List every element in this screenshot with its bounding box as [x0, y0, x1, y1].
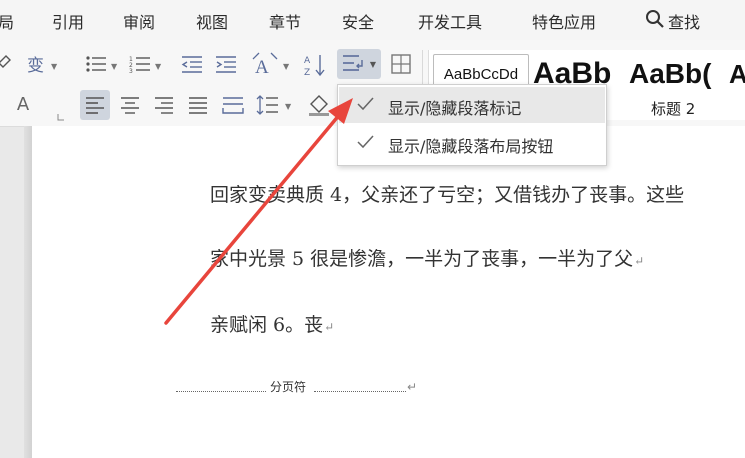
check-icon: [355, 95, 377, 115]
document-page[interactable]: [32, 126, 745, 458]
style-heading-2-caption: 标题 2: [651, 100, 696, 118]
align-left-button[interactable]: [80, 90, 110, 120]
font-color-label: A: [16, 93, 30, 115]
menu-item-developer-tools[interactable]: 开发工具: [418, 9, 482, 33]
distributed-align-icon[interactable]: [220, 92, 246, 118]
document-line-text: 回家变卖典质 4，父亲还了亏空；又借钱办了丧事。这些: [210, 184, 685, 206]
menu-item-layout[interactable]: 局: [0, 9, 14, 33]
font-color-icon[interactable]: A: [12, 92, 34, 116]
style-heading-3[interactable]: A: [729, 54, 745, 94]
show-hide-paragraph-button[interactable]: ▼: [337, 49, 381, 79]
paragraph-settings-launcher-icon[interactable]: [56, 112, 66, 122]
menu-item-section[interactable]: 章节: [269, 9, 301, 33]
document-line[interactable]: 回家变卖典质 4，父亲还了亏空；又借钱办了丧事。这些: [210, 180, 684, 207]
menu-item-show-hide-paragraph-marks[interactable]: 显示/隐藏段落标记: [339, 87, 605, 123]
check-icon: [355, 133, 377, 153]
line-spacing-chevron-icon[interactable]: ▼: [285, 102, 291, 111]
text-direction-chevron-icon[interactable]: ▼: [283, 62, 289, 71]
menu-item-references[interactable]: 引用: [52, 9, 84, 33]
bullet-list-icon[interactable]: [84, 53, 108, 75]
menu-item-label: 显示/隐藏段落布局按钮: [388, 137, 554, 156]
page-break-right-dots: [314, 391, 406, 392]
page-break-marker: 分页符 ↵: [176, 374, 417, 395]
page-shadow: [24, 126, 32, 458]
menu-item-view[interactable]: 视图: [196, 9, 228, 33]
menu-item-show-hide-layout-buttons[interactable]: 显示/隐藏段落布局按钮: [339, 125, 605, 161]
svg-text:Z: Z: [304, 68, 310, 77]
paragraph-mark-icon: ↵: [634, 254, 645, 268]
decrease-indent-icon[interactable]: [180, 53, 204, 75]
bullet-list-chevron-icon[interactable]: ▼: [111, 62, 117, 71]
shading-fill-icon[interactable]: [306, 90, 332, 118]
search-button-label[interactable]: 查找: [668, 9, 700, 33]
svg-text:A: A: [255, 57, 269, 76]
phonetic-guide-icon[interactable]: 变: [24, 52, 48, 76]
numbered-list-icon[interactable]: 123: [128, 53, 152, 75]
document-line-text: 家中光景 5 很是惨澹，一半为了丧事，一半为了父: [210, 248, 634, 270]
document-line-text: 亲赋闲 6。丧: [210, 314, 324, 336]
justify-icon[interactable]: [186, 92, 210, 118]
page-break-label: 分页符: [268, 378, 309, 395]
phonetic-dropdown-chevron-icon[interactable]: ▼: [51, 62, 57, 71]
svg-text:变: 变: [27, 56, 44, 75]
document-line[interactable]: 家中光景 5 很是惨澹，一半为了丧事，一半为了父↵: [210, 244, 644, 271]
line-spacing-icon[interactable]: [254, 92, 280, 118]
svg-text:3: 3: [129, 68, 133, 73]
text-direction-icon[interactable]: A: [250, 51, 280, 77]
increase-indent-icon[interactable]: [214, 53, 238, 75]
search-icon[interactable]: [645, 9, 665, 29]
document-line[interactable]: 亲赋闲 6。丧↵: [210, 310, 334, 337]
menu-item-special-apps[interactable]: 特色应用: [532, 9, 596, 33]
menu-item-security[interactable]: 安全: [342, 9, 374, 33]
clear-format-icon[interactable]: [0, 52, 12, 74]
align-center-icon[interactable]: [118, 92, 142, 118]
menu-item-review[interactable]: 审阅: [123, 9, 155, 33]
align-right-icon[interactable]: [152, 92, 176, 118]
show-hide-chevron-icon[interactable]: ▼: [370, 60, 376, 69]
table-borders-icon[interactable]: [389, 52, 413, 76]
page-break-left-dots: [176, 391, 266, 392]
paragraph-mark-icon: ↵: [324, 320, 335, 334]
paragraph-marks-dropdown: 显示/隐藏段落标记 显示/隐藏段落布局按钮: [337, 84, 607, 166]
sort-icon[interactable]: AZ: [302, 52, 328, 78]
numbered-list-chevron-icon[interactable]: ▼: [155, 62, 161, 71]
menu-item-label: 显示/隐藏段落标记: [388, 99, 522, 118]
svg-text:A: A: [304, 56, 311, 66]
paragraph-mark-icon: ↵: [407, 380, 418, 394]
menu-bar: 局 引用 审阅 视图 章节 安全 开发工具 特色应用 查找: [0, 0, 745, 40]
style-heading-2[interactable]: AaBb(: [629, 54, 711, 94]
